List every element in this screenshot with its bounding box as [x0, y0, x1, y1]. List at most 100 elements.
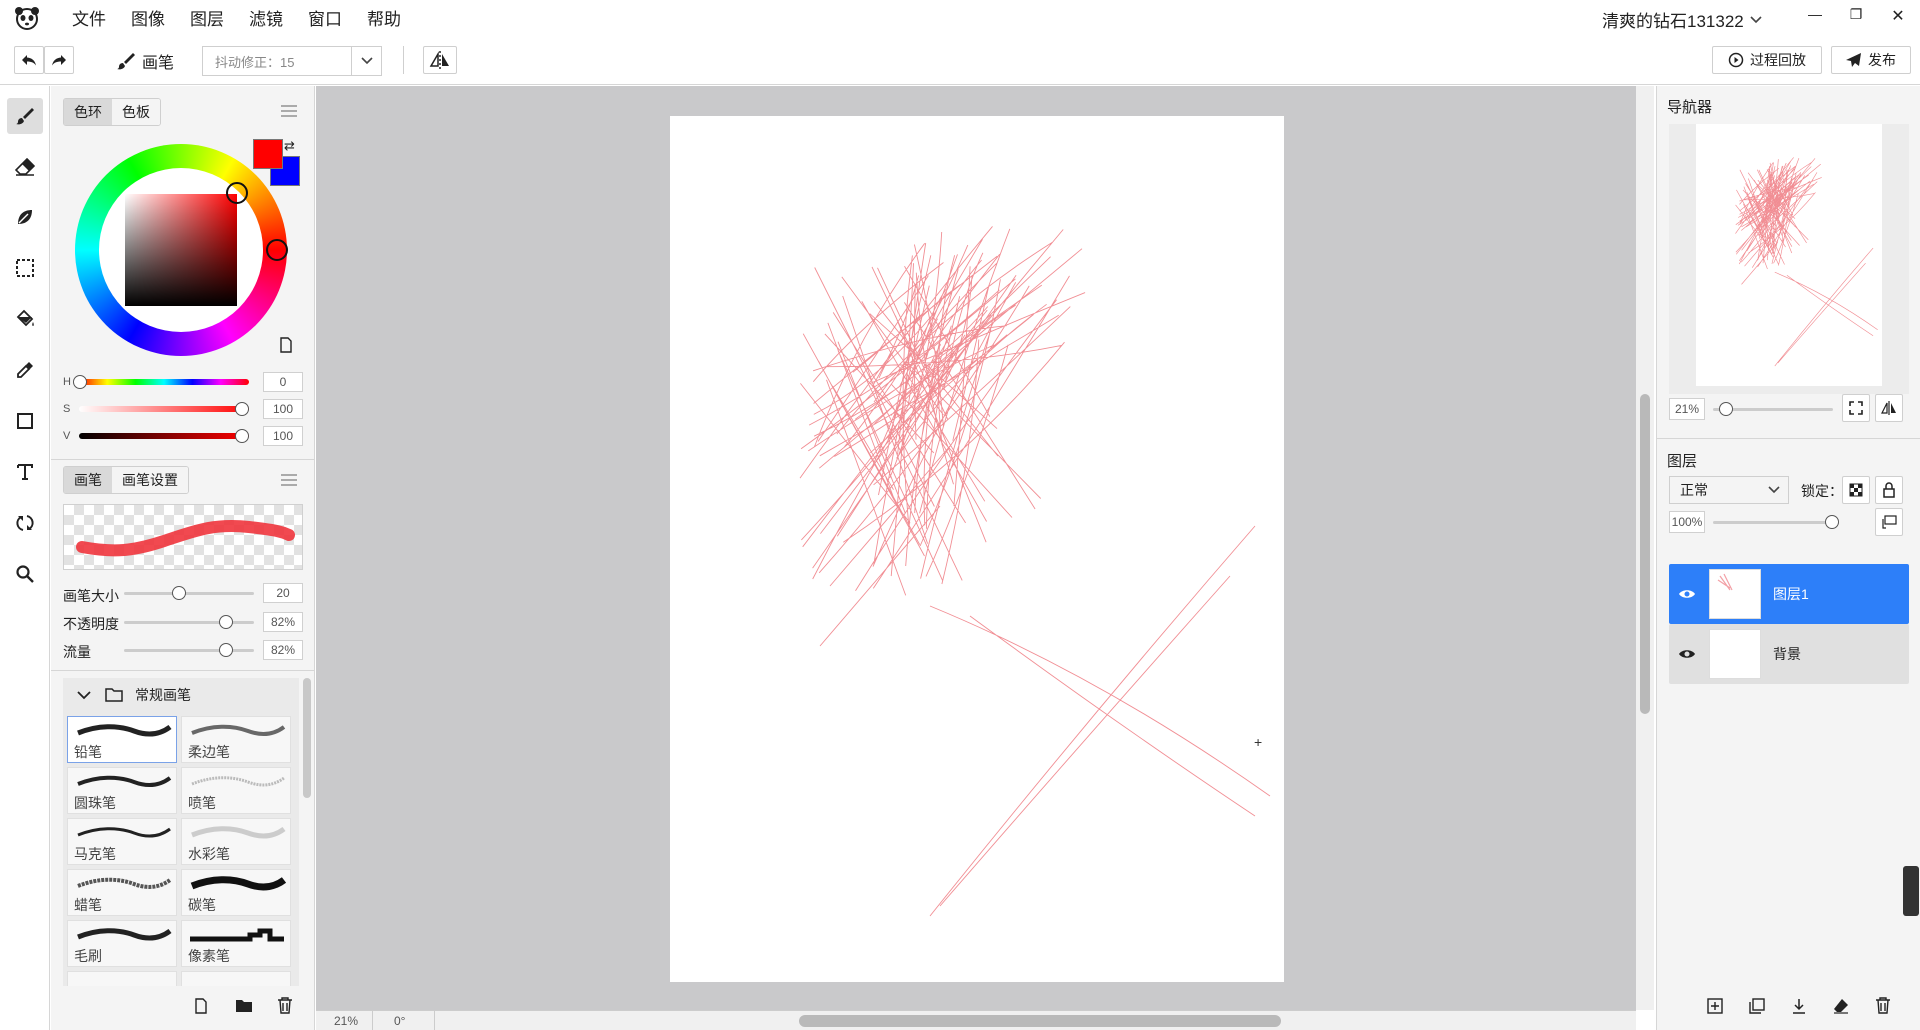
- undo-button[interactable]: [14, 46, 44, 74]
- brush-soft-edge[interactable]: 柔边笔: [181, 716, 291, 763]
- brush-watercolor[interactable]: 水彩笔: [181, 818, 291, 865]
- hue-slider-knob[interactable]: [73, 375, 87, 389]
- close-icon[interactable]: ✕: [1888, 6, 1908, 26]
- brush-opacity-knob[interactable]: [219, 615, 233, 629]
- publish-button[interactable]: 发布: [1831, 46, 1911, 74]
- primary-color-swatch[interactable]: [253, 139, 283, 169]
- saturation-value-square[interactable]: [125, 194, 237, 306]
- delete-brush-icon[interactable]: [277, 997, 293, 1018]
- saturation-slider-knob[interactable]: [235, 402, 249, 416]
- layer-opacity-field[interactable]: 100%: [1669, 511, 1705, 533]
- layer-opacity-slider[interactable]: [1713, 521, 1833, 524]
- merge-down-icon[interactable]: [1791, 998, 1807, 1018]
- user-menu[interactable]: 清爽的钻石131322: [1602, 7, 1762, 32]
- tab-brush[interactable]: 画笔: [64, 467, 112, 493]
- lock-layer-button[interactable]: [1875, 476, 1903, 504]
- copy-color-icon[interactable]: [279, 337, 293, 357]
- fit-screen-button[interactable]: [1842, 394, 1870, 422]
- smoothing-select[interactable]: 抖动修正：15: [202, 46, 382, 76]
- brush-opacity-slider[interactable]: [124, 621, 254, 624]
- hue-slider[interactable]: [79, 379, 249, 385]
- hue-value-field[interactable]: 0: [263, 372, 303, 392]
- canvas-vertical-scrollbar[interactable]: [1636, 86, 1654, 1010]
- sv-picker-handle[interactable]: [226, 182, 248, 204]
- brush-group-header[interactable]: 常规画笔: [63, 678, 299, 712]
- flip-view-button[interactable]: [1875, 394, 1903, 422]
- tool-text[interactable]: [7, 454, 43, 490]
- brush-more-2[interactable]: [181, 971, 291, 986]
- blend-mode-select[interactable]: 正常: [1669, 476, 1789, 504]
- side-handle[interactable]: [1903, 866, 1919, 916]
- vertical-scroll-thumb[interactable]: [1640, 394, 1650, 714]
- menu-help[interactable]: 帮助: [367, 5, 401, 30]
- brush-panel-menu-icon[interactable]: [281, 474, 297, 486]
- minimize-icon[interactable]: —: [1805, 6, 1825, 22]
- clipping-mask-button[interactable]: [1875, 508, 1903, 536]
- navigator-zoom-field[interactable]: 21%: [1669, 398, 1705, 420]
- navigator-preview[interactable]: [1669, 124, 1909, 394]
- tool-fill[interactable]: [7, 301, 43, 337]
- tool-select[interactable]: [7, 250, 43, 286]
- delete-layer-icon[interactable]: [1875, 997, 1891, 1018]
- color-wheel[interactable]: [75, 144, 288, 356]
- tool-zoom[interactable]: [7, 556, 43, 592]
- color-panel-menu-icon[interactable]: [281, 105, 297, 117]
- duplicate-layer-icon[interactable]: [1749, 998, 1765, 1018]
- brush-bristle[interactable]: 毛刷: [67, 920, 177, 967]
- navigator-zoom-knob[interactable]: [1719, 402, 1733, 416]
- brush-pencil[interactable]: 铅笔: [67, 716, 177, 763]
- brush-marker[interactable]: 马克笔: [67, 818, 177, 865]
- value-slider-knob[interactable]: [235, 429, 249, 443]
- tool-smudge[interactable]: [7, 199, 43, 235]
- brush-library-scrollbar[interactable]: [303, 678, 311, 798]
- horizontal-scroll-thumb[interactable]: [799, 1015, 1281, 1027]
- brush-size-field[interactable]: 20: [263, 583, 303, 603]
- eye-icon[interactable]: [1669, 648, 1705, 660]
- lock-transparency-button[interactable]: [1842, 476, 1870, 504]
- menu-layer[interactable]: 图层: [190, 5, 224, 30]
- eye-icon[interactable]: [1669, 588, 1705, 600]
- menu-filter[interactable]: 滤镜: [249, 5, 283, 30]
- menu-file[interactable]: 文件: [72, 5, 106, 30]
- app-logo-icon[interactable]: [12, 3, 42, 33]
- new-brush-icon[interactable]: [194, 998, 208, 1018]
- brush-ballpoint[interactable]: 圆珠笔: [67, 767, 177, 814]
- brush-flow-knob[interactable]: [219, 643, 233, 657]
- clear-layer-icon[interactable]: [1833, 998, 1849, 1018]
- brush-crayon[interactable]: 蜡笔: [67, 869, 177, 916]
- tool-shape[interactable]: [7, 403, 43, 439]
- tool-brush[interactable]: [7, 98, 43, 134]
- restore-icon[interactable]: ❐: [1846, 6, 1866, 23]
- saturation-slider[interactable]: [79, 406, 249, 412]
- brush-more-1[interactable]: [67, 971, 177, 986]
- new-folder-icon[interactable]: [235, 999, 253, 1017]
- menu-window[interactable]: 窗口: [308, 5, 342, 30]
- brush-flow-field[interactable]: 82%: [263, 640, 303, 660]
- drawing-canvas[interactable]: +: [670, 116, 1284, 982]
- new-layer-icon[interactable]: [1707, 998, 1723, 1018]
- tab-color-wheel[interactable]: 色环: [64, 99, 112, 125]
- layer-row-layer1[interactable]: 图层1: [1669, 564, 1909, 624]
- brush-charcoal[interactable]: 碳笔: [181, 869, 291, 916]
- hue-picker-handle[interactable]: [266, 239, 288, 261]
- brush-opacity-field[interactable]: 82%: [263, 612, 303, 632]
- current-tool[interactable]: 画笔: [116, 49, 174, 73]
- tool-eraser[interactable]: [7, 149, 43, 185]
- redo-button[interactable]: [44, 46, 74, 74]
- layer-row-background[interactable]: 背景: [1669, 624, 1909, 684]
- value-slider[interactable]: [79, 433, 249, 439]
- tab-brush-settings[interactable]: 画笔设置: [112, 467, 188, 493]
- brush-pixel[interactable]: 像素笔: [181, 920, 291, 967]
- brush-size-slider[interactable]: [124, 592, 254, 595]
- brush-size-knob[interactable]: [172, 586, 186, 600]
- symmetry-button[interactable]: [423, 46, 457, 74]
- brush-airbrush[interactable]: 喷笔: [181, 767, 291, 814]
- saturation-value-field[interactable]: 100: [263, 399, 303, 419]
- layer-opacity-knob[interactable]: [1825, 515, 1839, 529]
- swap-colors-icon[interactable]: ⇄: [284, 138, 295, 154]
- canvas-area[interactable]: +: [316, 86, 1636, 1010]
- tool-eyedropper[interactable]: [7, 352, 43, 388]
- tab-swatches[interactable]: 色板: [112, 99, 160, 125]
- value-value-field[interactable]: 100: [263, 426, 303, 446]
- tool-transform[interactable]: [7, 505, 43, 541]
